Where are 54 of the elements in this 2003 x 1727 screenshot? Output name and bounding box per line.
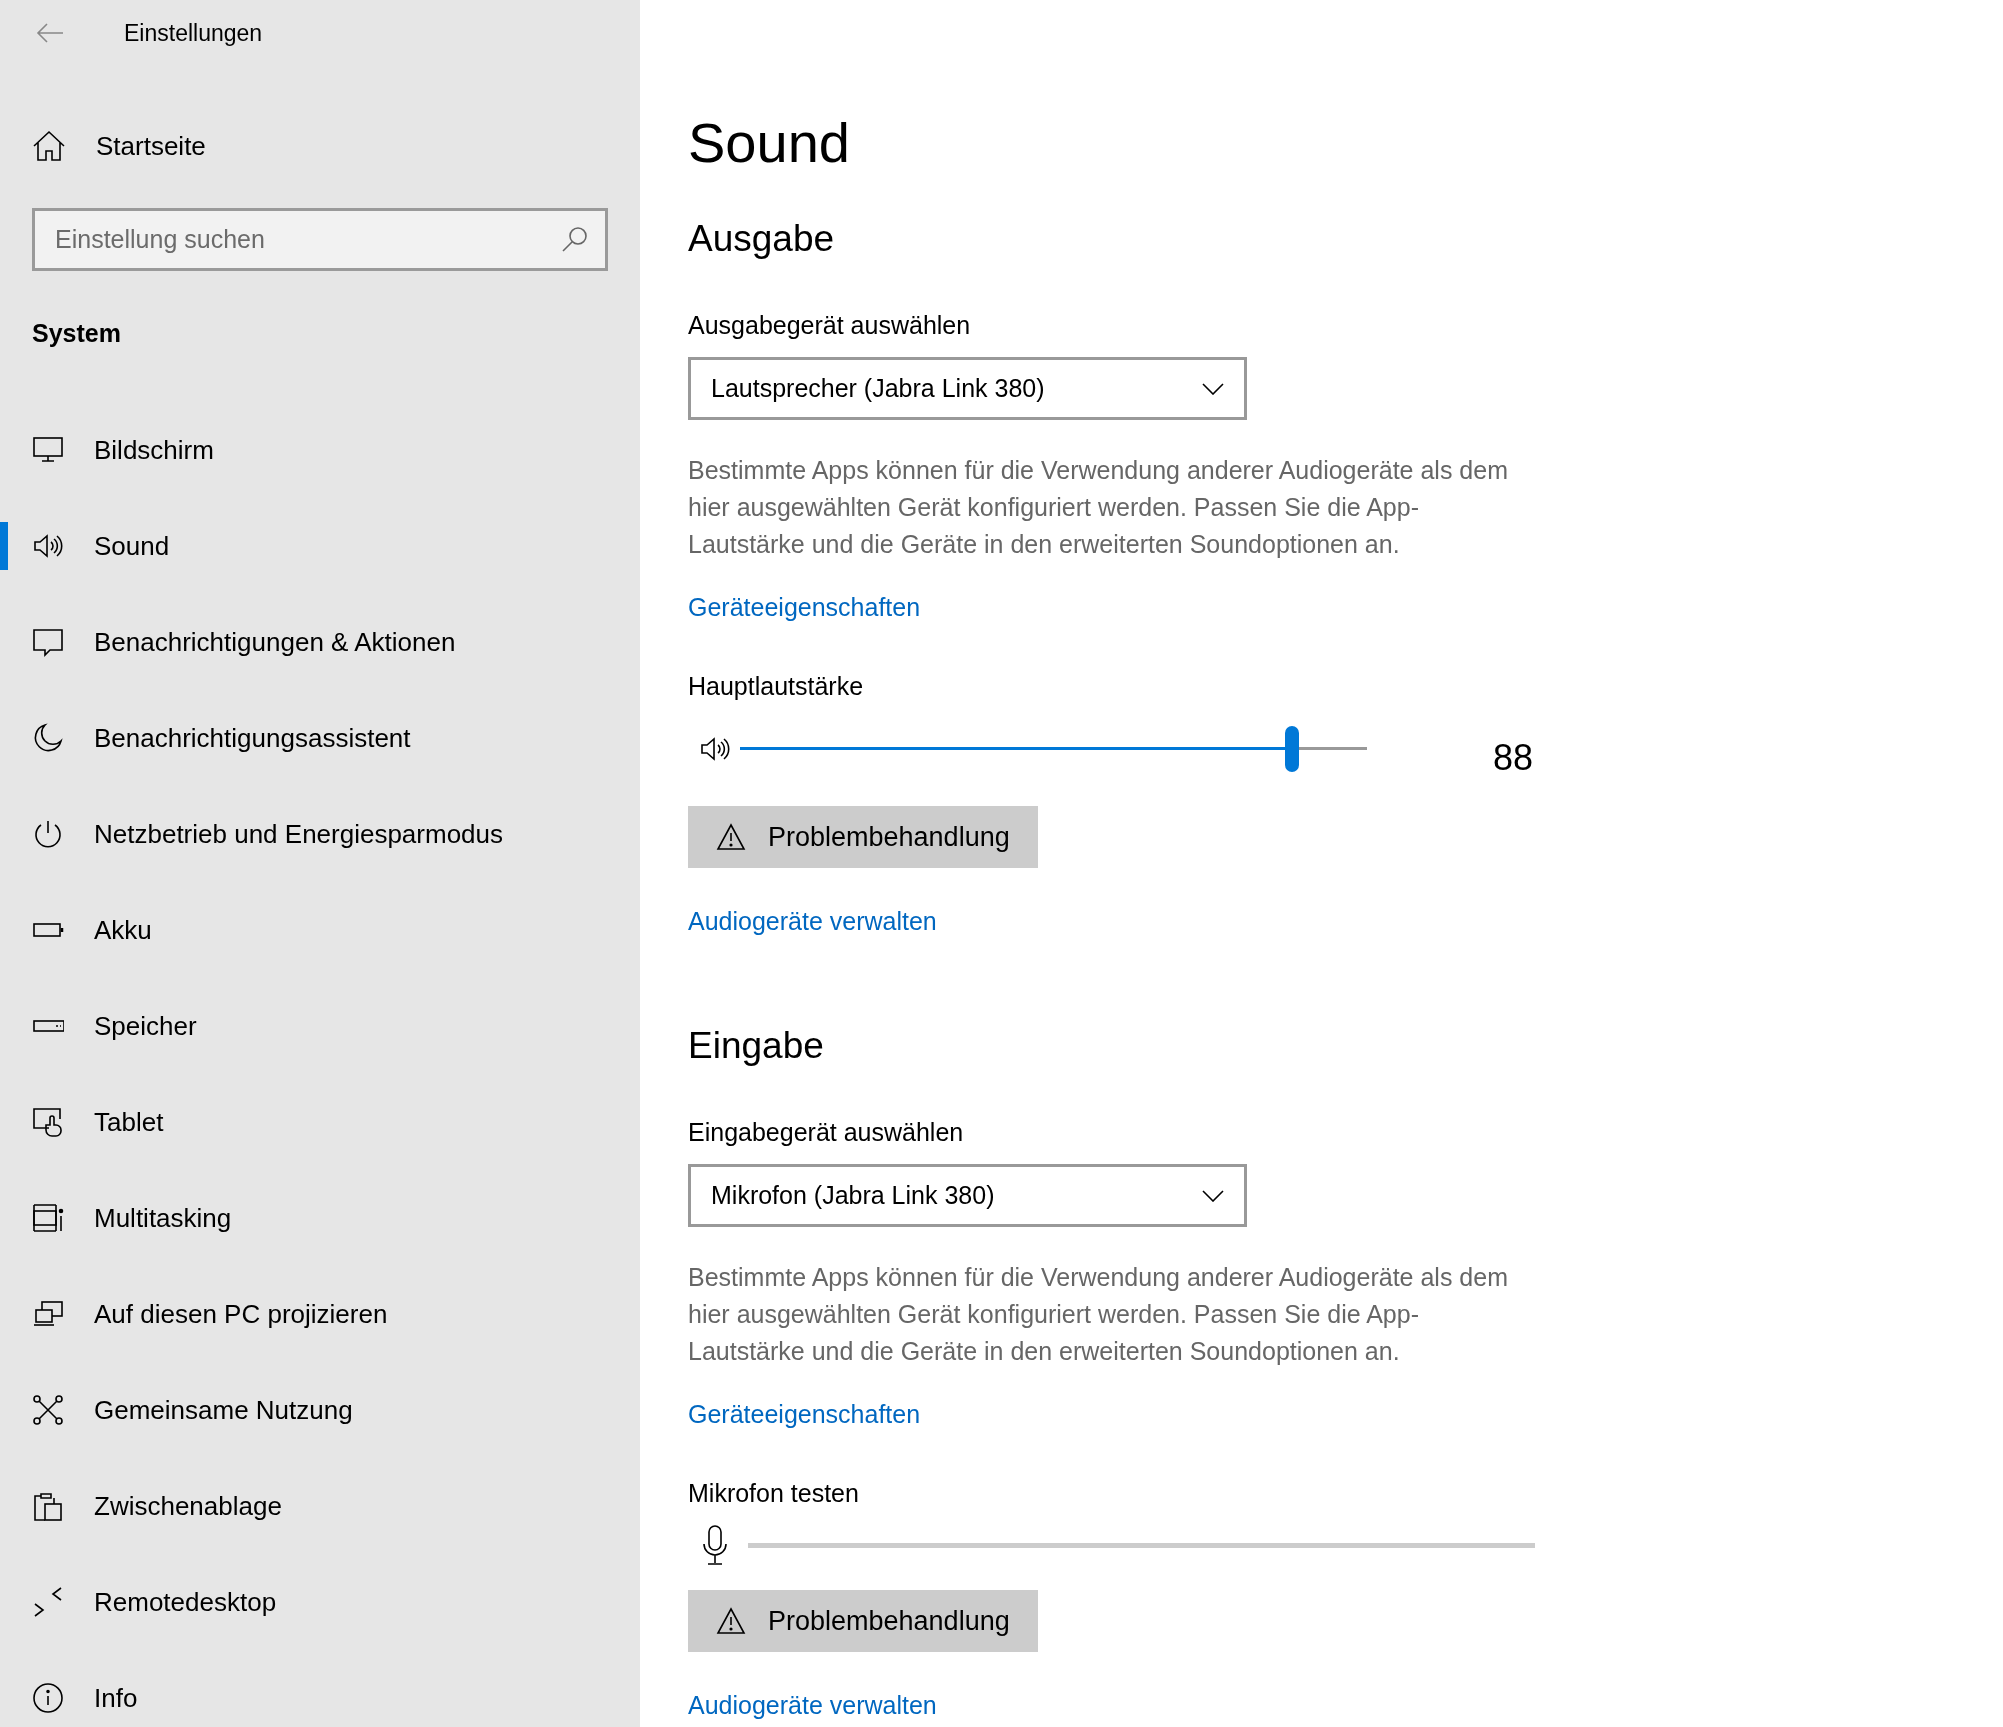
sidebar-item[interactable]: Tablet xyxy=(0,1098,640,1146)
field-label: Hauptlautstärke xyxy=(688,671,864,702)
sidebar-item[interactable]: Benachrichtigungen & Aktionen xyxy=(0,618,640,666)
description-text: Bestimmte Apps können für die Verwendung anderer Audiogeräte als dem hier ausgewählten Gerät konfiguriert werden. Passen Sie die App-Lautstärke und die Geräte in den erweiterten Soundoptionen an. xyxy=(688,1262,1508,1367)
field-label: Eingabegerät auswählen xyxy=(688,1117,964,1148)
section-heading: System xyxy=(32,318,122,348)
volume-slider[interactable] xyxy=(740,726,1367,772)
info-icon xyxy=(32,1682,64,1714)
power-icon xyxy=(32,818,64,850)
sidebar-item[interactable]: Gemeinsame Nutzung xyxy=(0,1386,640,1434)
app-title: Einstellungen xyxy=(124,18,263,48)
sidebar-item[interactable]: Remotedesktop xyxy=(0,1578,640,1626)
device-dropdown[interactable]: Mikrofon (Jabra Link 380) xyxy=(688,1164,1247,1227)
back-arrow-icon xyxy=(36,23,64,43)
warning-triangle-icon xyxy=(716,823,746,851)
speech-bubble-icon xyxy=(32,626,64,658)
troubleshoot-button[interactable]: Problembehandlung xyxy=(688,1590,1038,1652)
field-label: Mikrofon testen xyxy=(688,1478,859,1509)
device-properties-link[interactable]: Geräteeigenschaften xyxy=(688,591,921,623)
search-field[interactable]: Einstellung suchen xyxy=(32,208,608,271)
section-heading: Ausgabe xyxy=(688,217,835,261)
crescent-moon-icon xyxy=(32,722,64,754)
sidebar-item[interactable]: Speicher xyxy=(0,1002,640,1050)
slider-thumb[interactable] xyxy=(1284,726,1299,772)
sidebar-item[interactable]: Multitasking xyxy=(0,1194,640,1242)
sidebar-item[interactable]: Auf diesen PC projizieren xyxy=(0,1290,640,1338)
sidebar-item[interactable]: Benachrichtigungsassistent xyxy=(0,714,640,762)
sidebar-item[interactable]: Netzbetrieb und Energiesparmodus xyxy=(0,810,640,858)
clipboard-icon xyxy=(32,1490,64,1522)
home-link[interactable]: Startseite xyxy=(0,114,222,178)
microphone-icon xyxy=(700,1524,730,1566)
tablet-touch-icon xyxy=(32,1106,64,1138)
remote-desktop-icon xyxy=(32,1586,64,1618)
share-nodes-icon xyxy=(32,1394,64,1426)
chevron-down-icon xyxy=(1202,382,1224,395)
troubleshoot-button[interactable]: Problembehandlung xyxy=(688,806,1038,868)
chevron-down-icon xyxy=(1202,1189,1224,1202)
device-properties-link[interactable]: Geräteeigenschaften xyxy=(688,1398,921,1430)
sidebar-item[interactable]: Zwischenablage xyxy=(0,1482,640,1530)
sidebar-item[interactable]: Bildschirm xyxy=(0,426,640,474)
manage-devices-link[interactable]: Audiogeräte verwalten xyxy=(688,905,937,937)
multitasking-icon xyxy=(32,1202,64,1234)
device-dropdown[interactable]: Lautsprecher (Jabra Link 380) xyxy=(688,357,1247,420)
page-title: Sound xyxy=(688,110,850,176)
field-label: Ausgabegerät auswählen xyxy=(688,310,971,341)
volume-value: 88 xyxy=(1493,736,1534,780)
search-icon xyxy=(562,226,588,252)
sidebar-item[interactable]: Akku xyxy=(0,906,640,954)
warning-triangle-icon xyxy=(716,1607,746,1635)
manage-devices-link[interactable]: Audiogeräte verwalten xyxy=(688,1689,937,1721)
description-text: Bestimmte Apps können für die Verwendung anderer Audiogeräte als dem hier ausgewählten Gerät konfiguriert werden. Passen Sie die App-Lautstärke und die Geräte in den erweiterten Soundoptionen an. xyxy=(688,455,1508,560)
section-heading: Eingabe xyxy=(688,1024,824,1068)
home-icon xyxy=(32,130,66,162)
sidebar-item[interactable]: Info xyxy=(0,1674,640,1722)
